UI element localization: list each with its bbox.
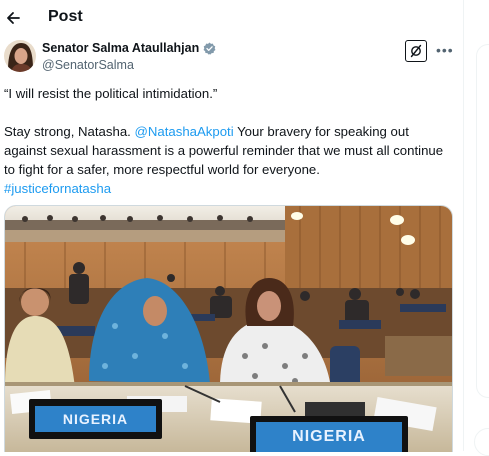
nameplate-left: NIGERIA xyxy=(29,399,162,439)
nameplate-left-label: NIGERIA xyxy=(62,411,129,427)
hashtag-link[interactable]: #justicefornatasha xyxy=(4,181,111,196)
avatar[interactable] xyxy=(4,40,36,72)
back-arrow-icon[interactable] xyxy=(5,10,21,26)
verified-badge-icon xyxy=(203,42,216,55)
post-header: Post xyxy=(0,0,463,36)
author-handle[interactable]: @SenatorSalma xyxy=(42,58,134,72)
mention-link[interactable]: @NatashaAkpoti xyxy=(134,124,233,139)
right-sidebar-button[interactable] xyxy=(474,428,489,456)
page-title: Post xyxy=(48,8,83,25)
nameplate-right: NIGERIA xyxy=(250,416,408,452)
post-body-prefix: Stay strong, Natasha. xyxy=(4,124,135,139)
right-sidebar-card xyxy=(476,44,489,398)
post-quote: “I will resist the political intimidatio… xyxy=(4,86,218,101)
author-name-row: Senator Salma Ataullahjan xyxy=(42,41,216,55)
post-body: Stay strong, Natasha. @NatashaAkpoti You… xyxy=(4,122,454,198)
author-name[interactable]: Senator Salma Ataullahjan xyxy=(42,41,199,55)
more-icon[interactable]: ••• xyxy=(436,42,454,58)
post-column: Post Senator Salma Ataullahjan @SenatorS… xyxy=(0,0,464,452)
post-image[interactable]: NIGERIA NIGERIA xyxy=(4,205,453,452)
nameplate-right-label: NIGERIA xyxy=(292,428,366,445)
grok-icon[interactable] xyxy=(405,40,427,62)
